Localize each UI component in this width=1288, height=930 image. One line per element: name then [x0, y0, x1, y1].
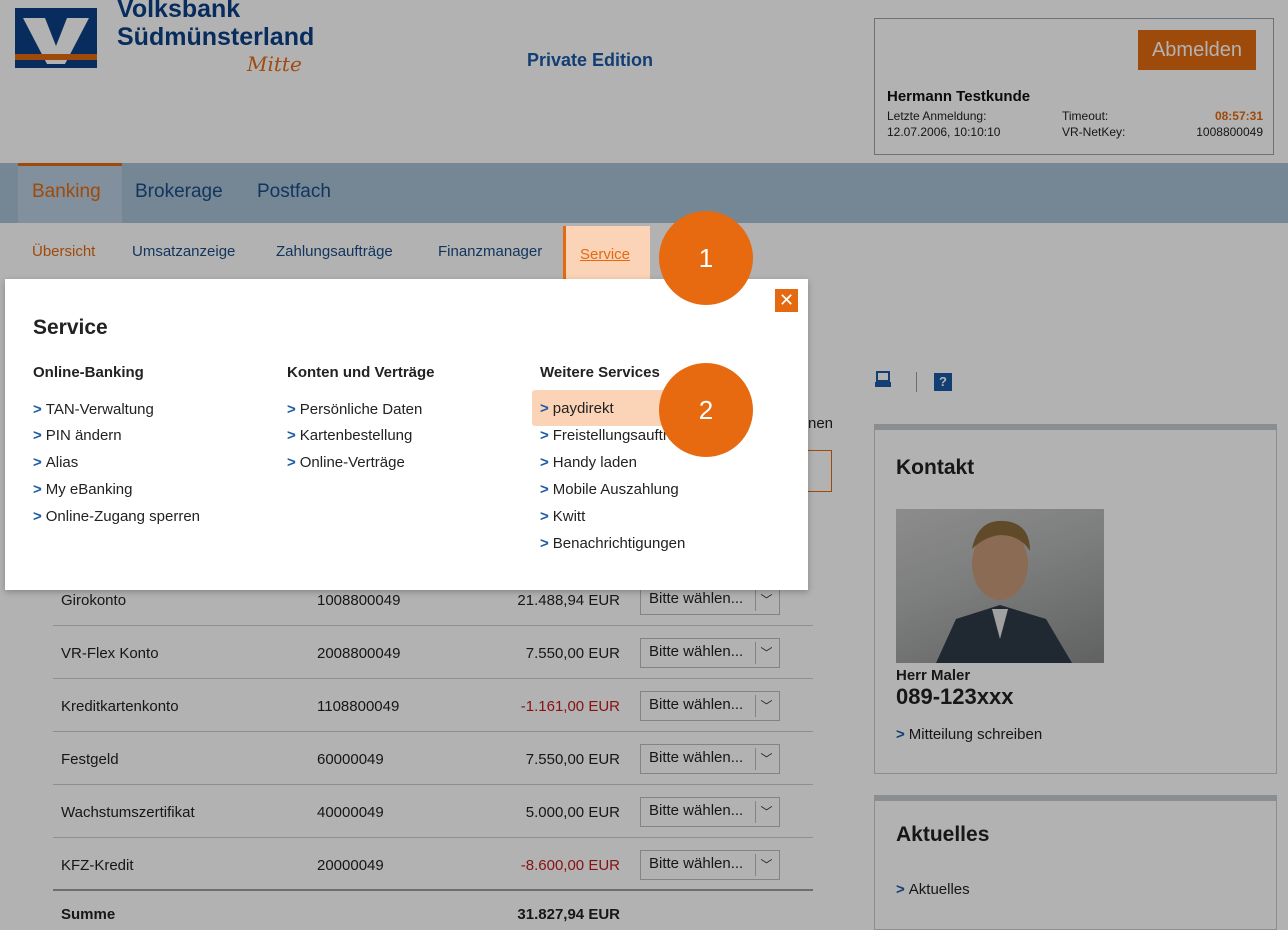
close-icon[interactable]: ✕	[775, 289, 798, 312]
menu-link-paydirekt[interactable]: > paydirekt	[540, 400, 614, 417]
menu-link-handy-laden[interactable]: > Handy laden	[540, 454, 637, 471]
mega-menu-title: Service	[33, 316, 108, 339]
chevron-right-icon: >	[33, 454, 42, 471]
column-heading-weitere-services: Weitere Services	[540, 364, 660, 381]
chevron-right-icon: >	[540, 481, 549, 498]
chevron-right-icon: >	[540, 508, 549, 525]
chevron-right-icon: >	[540, 400, 549, 417]
callout-badge-1: 1	[659, 211, 753, 305]
menu-link-pin-aendern[interactable]: > PIN ändern	[33, 427, 122, 444]
column-heading-konten-vertraege: Konten und Verträge	[287, 364, 435, 381]
chevron-right-icon: >	[540, 454, 549, 471]
chevron-right-icon: >	[33, 481, 42, 498]
menu-link-online-vertraege[interactable]: > Online-Verträge	[287, 454, 405, 471]
chevron-right-icon: >	[540, 427, 549, 444]
chevron-right-icon: >	[287, 401, 296, 418]
menu-link-mobile-auszahlung[interactable]: > Mobile Auszahlung	[540, 481, 679, 498]
chevron-right-icon: >	[33, 427, 42, 444]
menu-link-online-zugang-sperren[interactable]: > Online-Zugang sperren	[33, 508, 200, 525]
chevron-right-icon: >	[287, 454, 296, 471]
menu-link-persoenliche-daten[interactable]: > Persönliche Daten	[287, 401, 422, 418]
chevron-right-icon: >	[540, 535, 549, 552]
chevron-right-icon: >	[287, 427, 296, 444]
chevron-right-icon: >	[33, 401, 42, 418]
service-tab-label[interactable]: Service	[580, 246, 630, 263]
menu-link-kwitt[interactable]: > Kwitt	[540, 508, 585, 525]
callout-badge-2: 2	[659, 363, 753, 457]
menu-link-tan-verwaltung[interactable]: > TAN-Verwaltung	[33, 401, 154, 418]
menu-link-my-ebanking[interactable]: > My eBanking	[33, 481, 132, 498]
menu-link-alias[interactable]: > Alias	[33, 454, 78, 471]
column-heading-online-banking: Online-Banking	[33, 364, 144, 381]
chevron-right-icon: >	[33, 508, 42, 525]
menu-link-kartenbestellung[interactable]: > Kartenbestellung	[287, 427, 412, 444]
menu-link-benachrichtigungen[interactable]: > Benachrichtigungen	[540, 535, 685, 552]
